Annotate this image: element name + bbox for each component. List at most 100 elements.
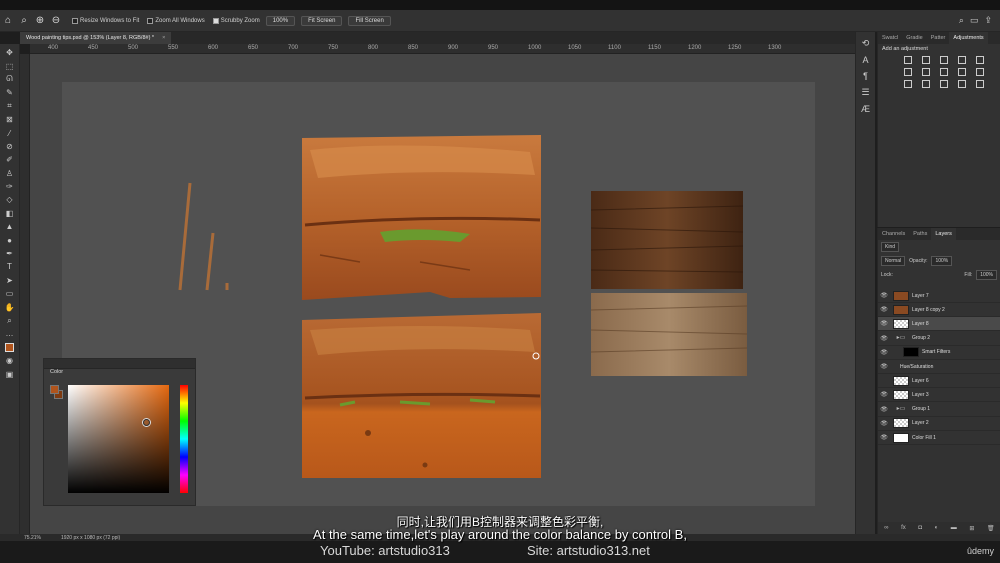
- opacity-field[interactable]: 100%: [931, 256, 953, 266]
- black-white-icon[interactable]: [940, 68, 948, 76]
- saturation-value-picker[interactable]: [68, 385, 169, 493]
- tab-channels[interactable]: Channels: [878, 228, 909, 240]
- blend-row: Normal Opacity: 100%: [878, 254, 1000, 268]
- visibility-eye-icon[interactable]: 👁: [878, 349, 890, 356]
- paragraph-icon[interactable]: ¶: [863, 71, 868, 81]
- fill-label: Fill:: [964, 272, 973, 278]
- layer-row[interactable]: 👁 Layer 7: [878, 289, 1000, 303]
- layer-row[interactable]: 👁 Layer 2: [878, 417, 1000, 431]
- layer-thumbnail: [893, 432, 909, 443]
- visibility-eye-icon[interactable]: 👁: [878, 391, 890, 398]
- layer-name: Layer 2: [912, 420, 929, 427]
- hue-slider[interactable]: [180, 385, 188, 493]
- add-adjustment-label: Add an adjustment: [882, 46, 928, 52]
- layer-thumbnail: [893, 375, 909, 386]
- brush-stroke-2: [205, 232, 215, 291]
- layer-thumbnail: [893, 290, 909, 301]
- layer-row[interactable]: 👁 ▸▭ Group 2: [878, 332, 1000, 346]
- gradient-map-icon[interactable]: [976, 80, 984, 88]
- painted-wood-top: [302, 135, 541, 300]
- photo-wood-bottom: [590, 293, 748, 376]
- character-icon[interactable]: A: [862, 55, 868, 65]
- color-panel-title: Color: [50, 369, 64, 375]
- layer-row[interactable]: 👁 Layer 8: [878, 317, 1000, 332]
- visibility-eye-icon[interactable]: 👁: [878, 306, 890, 313]
- udemy-logo: ûdemy: [966, 546, 994, 556]
- painted-wood-bottom: [302, 313, 541, 478]
- threshold-icon[interactable]: [940, 80, 948, 88]
- color-panel-header: [44, 359, 195, 369]
- youtube-credit: YouTube: artstudio313: [320, 543, 450, 558]
- photo-filter-icon[interactable]: [958, 68, 966, 76]
- channel-mixer-icon[interactable]: [976, 68, 984, 76]
- layer-name: Layer 8 copy 2: [912, 306, 945, 313]
- visibility-eye-icon[interactable]: 👁: [878, 434, 890, 441]
- layer-name: Layer 3: [912, 391, 929, 398]
- layer-name: Hue/Saturation: [900, 363, 934, 370]
- properties-icon[interactable]: ☰: [861, 87, 869, 98]
- history-icon[interactable]: ⟲: [862, 38, 870, 49]
- folder-icon: ▸▭: [896, 406, 906, 413]
- vibrance-icon[interactable]: [976, 56, 984, 64]
- layer-name: Layer 7: [912, 292, 929, 299]
- layers-panel: Channels Paths Layers Kind Normal Opacity:…: [877, 228, 1000, 534]
- foreground-color-swatch[interactable]: [50, 385, 59, 394]
- visibility-eye-icon[interactable]: 👁: [878, 335, 890, 342]
- layer-row[interactable]: 👁 Smart Filters: [878, 346, 1000, 360]
- layer-name: Color Fill 1: [912, 434, 936, 441]
- visibility-eye-icon[interactable]: 👁: [878, 292, 890, 299]
- layer-filter-row: Kind: [878, 240, 1000, 254]
- tab-swatcl[interactable]: Swatcl: [878, 32, 902, 44]
- lock-label: Lock:: [881, 272, 893, 278]
- layer-row[interactable]: Layer 6: [878, 374, 1000, 389]
- color-balance-icon[interactable]: [922, 68, 930, 76]
- color-picker-handle[interactable]: [143, 419, 150, 426]
- adjustments-panel: Swatcl Gradie Patter Adjustments Add an adj…: [877, 32, 1000, 227]
- video-bottom-band: [0, 541, 1000, 563]
- layer-thumbnail: [893, 389, 909, 400]
- layer-row[interactable]: 👁 Color Fill 1: [878, 431, 1000, 445]
- folder-icon: ▸▭: [896, 335, 906, 342]
- curves-icon[interactable]: [940, 56, 948, 64]
- layer-row[interactable]: 👁 Layer 8 copy 2: [878, 303, 1000, 318]
- stroke-marks: [178, 182, 229, 291]
- invert-icon[interactable]: [904, 80, 912, 88]
- tab-adjustments[interactable]: Adjustments: [949, 32, 988, 44]
- layer-name: Layer 6: [912, 377, 929, 384]
- layer-name: Layer 8: [912, 320, 929, 327]
- visibility-eye-icon[interactable]: 👁: [878, 320, 890, 327]
- photo-wood-top: [590, 191, 744, 289]
- layer-row[interactable]: 👁 Hue/Saturation: [878, 360, 1000, 374]
- layer-thumbnail: [893, 418, 909, 429]
- brightness-icon[interactable]: [904, 56, 912, 64]
- subtitle-english: At the same time,let's play around the c…: [313, 527, 687, 542]
- hue-saturation-icon[interactable]: [904, 68, 912, 76]
- posterize-icon[interactable]: [922, 80, 930, 88]
- fill-field[interactable]: 100%: [976, 270, 997, 280]
- layer-row[interactable]: 👁 ▸▭ Group 1: [878, 403, 1000, 417]
- layer-thumbnail: [903, 347, 919, 358]
- site-credit: Site: artstudio313.net: [527, 543, 650, 558]
- blend-mode-dropdown[interactable]: Normal: [881, 256, 906, 266]
- layer-name: Group 2: [912, 335, 931, 342]
- brush-stroke-1: [178, 182, 192, 291]
- collapsed-panels-strip: ⟲ A ¶ ☰ Æ: [855, 32, 875, 534]
- kind-filter-dropdown[interactable]: Kind: [881, 242, 900, 252]
- visibility-eye-icon[interactable]: 👁: [878, 363, 890, 370]
- selective-color-icon[interactable]: [958, 80, 966, 88]
- tab-layers[interactable]: Layers: [931, 228, 956, 240]
- layer-name: Smart Filters: [922, 349, 951, 356]
- layer-name: Group 1: [912, 406, 931, 413]
- tab-paths[interactable]: Paths: [909, 228, 931, 240]
- levels-icon[interactable]: [922, 56, 930, 64]
- lock-row: Lock: Fill: 100%: [878, 268, 1000, 282]
- tab-patter[interactable]: Patter: [927, 32, 950, 44]
- visibility-eye-icon[interactable]: 👁: [878, 420, 890, 427]
- glyphs-icon[interactable]: Æ: [861, 104, 870, 114]
- tab-gradie[interactable]: Gradie: [902, 32, 927, 44]
- exposure-icon[interactable]: [958, 56, 966, 64]
- layer-row[interactable]: 👁 Layer 3: [878, 388, 1000, 403]
- visibility-eye-icon[interactable]: 👁: [878, 406, 890, 413]
- opacity-label: Opacity:: [909, 258, 928, 264]
- color-panel: Color: [43, 358, 196, 506]
